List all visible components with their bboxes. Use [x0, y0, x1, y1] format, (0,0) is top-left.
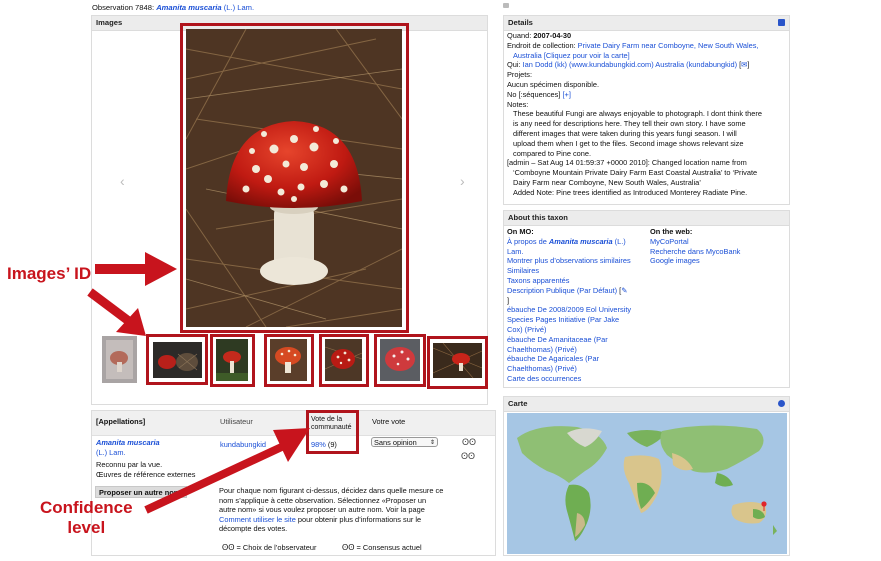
your-vote-header: Votre vote [372, 417, 406, 426]
images-id-arrow-right-icon [95, 252, 177, 286]
location-link-continued[interactable]: Australia [513, 51, 542, 60]
legend-observer-text: = Choix de l’observateur [236, 543, 317, 552]
previous-image-arrow-icon[interactable]: ‹ [120, 173, 125, 189]
no-sequences-text: No [:séquences] [507, 89, 561, 99]
printer-icon[interactable] [778, 19, 785, 26]
when-label: Quand: [507, 31, 532, 40]
notes-line: upload them when I get to the files. Sec… [513, 138, 744, 148]
notes-label: Notes: [507, 99, 529, 109]
thumbnail-highlight-box [319, 334, 369, 387]
thumbnail-highlight-box [146, 334, 208, 385]
details-content: Quand: 2007-04-30 Endroit de collection:… [507, 31, 762, 197]
taxon-link[interactable]: Description Publique (Par Défaut) [507, 286, 617, 295]
on-web-heading: On the web: [650, 227, 693, 236]
mycobank-link[interactable]: Recherche dans MycoBank [650, 247, 740, 257]
taxon-link[interactable]: ébauche De Amanitaceae (Par [507, 335, 631, 345]
admin-line: Added Note: Pine trees identified as Int… [513, 187, 748, 197]
taxon-link[interactable]: Cox) (Privé) [507, 325, 631, 335]
notes-line: compared to Pine cone. [513, 148, 592, 158]
thumbnail-image-1[interactable] [102, 336, 137, 383]
admin-line: [admin – Sat Aug 14 01:59:37 +0000 2010]… [507, 158, 747, 168]
confidence-annotation-line2: level [67, 518, 106, 537]
when-value: 2007-04-30 [533, 31, 572, 40]
thumbnail-highlight-box [374, 334, 426, 387]
images-id-arrow-diagonal-icon [87, 288, 146, 336]
notes-body: These beautiful Fungi are always enjoyab… [507, 109, 762, 158]
next-image-arrow-icon[interactable]: › [460, 173, 465, 189]
confidence-annotation-line1: Confidence [40, 498, 133, 517]
select-arrows-icon: ⇕ [429, 440, 435, 446]
about-link-suffix[interactable]: (L.) [613, 237, 626, 246]
google-images-link[interactable]: Google images [650, 256, 740, 266]
legend-observer: ʘʘ = Choix de l’observateur [222, 543, 316, 553]
consensus-eyes-icon: ʘʘ [461, 451, 476, 461]
show-map-link[interactable]: [Cliquez pour voir la carte] [544, 51, 630, 60]
taxon-link[interactable]: Montrer plus d’observations similaires [507, 256, 631, 266]
observer-choice-eyes-icon: ʘʘ [462, 437, 477, 447]
notes-line: These beautiful Fungi are always enjoyab… [513, 109, 762, 119]
confidence-arrow-icon [144, 428, 310, 514]
no-specimen-text: Aucun spécimen disponible. [507, 79, 600, 89]
help-after-link: pour obtenir plus d’informations sur le [295, 514, 422, 524]
main-image-highlight-box [180, 23, 409, 333]
edit-icon[interactable]: ✎ [621, 286, 627, 295]
about-taxon-title: About this taxon [504, 211, 789, 226]
projects-label: Projets: [507, 70, 533, 80]
on-web-column: On the web: MyCoPortal Recherche dans My… [650, 227, 740, 266]
observation-prefix: Observation 7848: [92, 3, 155, 12]
help-line-5: décompte des votes. [219, 524, 288, 534]
details-panel-title: Details [504, 16, 789, 31]
on-mo-heading: On MO: [507, 227, 534, 236]
name-row-author-link[interactable]: (L.) Lam. [96, 448, 126, 458]
email-icon[interactable]: ✉ [741, 60, 747, 69]
location-link[interactable]: Private Dairy Farm near Comboyne, New So… [578, 41, 759, 50]
on-mo-column: On MO: À propos de Amanita muscaria (L.)… [507, 227, 632, 384]
taxon-link[interactable]: Carte des occurrences [507, 374, 631, 384]
notes-line: different images that were taken during … [513, 128, 737, 138]
confidence-highlight-box [306, 410, 359, 454]
your-vote-select[interactable]: Sans opinion ⇕ [371, 437, 438, 447]
scroll-up-icon[interactable] [503, 3, 509, 8]
admin-line: ‘Comboyne Mountain Private Dairy Farm Ea… [513, 168, 758, 178]
taxon-link[interactable]: Lam. [507, 247, 631, 257]
taxon-link[interactable]: ébauche De Agaricales (Par [507, 354, 631, 364]
map-panel-title: Carte [504, 397, 789, 412]
map-toggle-icon[interactable] [778, 400, 785, 407]
taxon-link[interactable]: Chaelthomas) (Privé) [507, 345, 631, 355]
taxon-title-link[interactable]: Amanita muscaria [156, 3, 221, 12]
confidence-annotation: Confidence level [40, 498, 133, 538]
about-link-prefix[interactable]: À propos de [507, 237, 549, 246]
mycoportal-link[interactable]: MyCoPortal [650, 237, 740, 247]
thumbnail-highlight-box [264, 334, 314, 387]
notes-line: is any need for descriptions here. They … [513, 119, 746, 129]
admin-line: Dairy Farm near Comboyne, New South Wale… [513, 177, 701, 187]
observation-location-marker [761, 501, 767, 507]
add-sequence-button[interactable]: [+] [562, 90, 570, 99]
taxon-link[interactable]: Chaelthomas) (Privé) [507, 364, 631, 374]
taxon-link[interactable]: Taxons apparentés [507, 276, 631, 286]
thumbnail-highlight-box [210, 334, 255, 387]
taxon-link[interactable]: ébauche De 2008/2009 Eol University [507, 305, 631, 315]
your-vote-select-value: Sans opinion [374, 438, 417, 447]
thumbnail-highlight-box [427, 336, 488, 389]
help-line-4: Comment utiliser le site pour obtenir pl… [219, 515, 443, 525]
who-label: Qui: [507, 60, 521, 70]
legend-consensus: ʘʘ = Consensus actuel [342, 543, 422, 553]
bracket-text: ] [507, 295, 510, 305]
taxon-author-link[interactable]: (L.) Lam. [224, 3, 254, 12]
about-link-name[interactable]: Amanita muscaria [549, 237, 613, 246]
location-label: Endroit de collection: [507, 40, 576, 50]
legend-consensus-eyes-icon: ʘʘ [342, 543, 355, 552]
taxon-link[interactable]: Species Pages Initiative (Par Jake [507, 315, 631, 325]
taxon-link[interactable]: Similaires [507, 266, 631, 276]
world-map[interactable] [507, 413, 787, 554]
legend-observer-eyes-icon: ʘʘ [222, 543, 235, 552]
images-id-annotation: Images’ ID [7, 264, 92, 283]
legend-consensus-text: = Consensus actuel [356, 543, 422, 552]
taxon-link: À propos de Amanita muscaria (L.) [507, 237, 631, 247]
page-header: Observation 7848: Amanita muscaria (L.) … [92, 3, 254, 13]
how-to-use-link[interactable]: Comment utiliser le site [219, 515, 296, 524]
who-link[interactable]: Ian Dodd (kk) (www.kundabungkid.com) Aus… [523, 60, 737, 69]
